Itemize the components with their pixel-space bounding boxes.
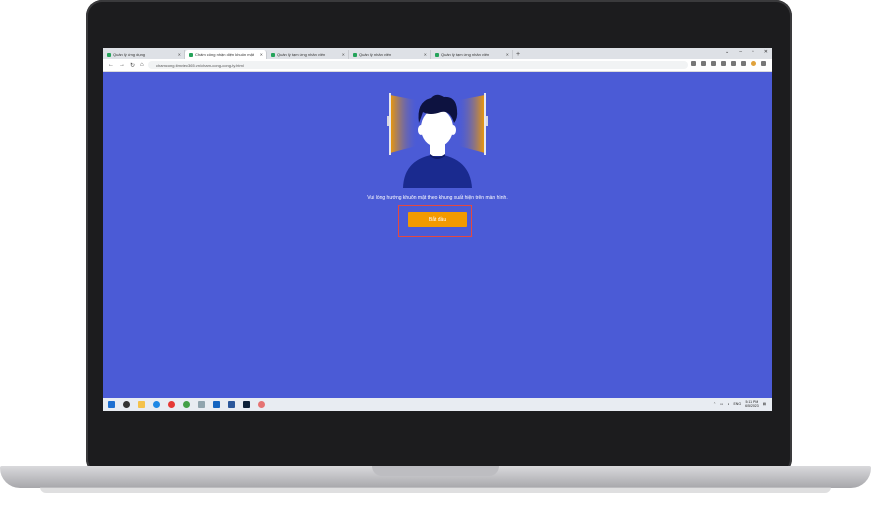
search-icon[interactable] <box>123 401 130 408</box>
file-explorer-icon[interactable] <box>138 401 145 408</box>
start-button[interactable]: Bắt đầu <box>408 212 467 227</box>
browser-tab[interactable]: Quản lý tạm ứng nhân viên ✕ <box>431 50 513 59</box>
url-text: chamcong.timviec365.vn/cham-cong-cong-ty… <box>156 62 244 68</box>
menu-icon[interactable] <box>761 61 766 66</box>
word-icon[interactable] <box>228 401 235 408</box>
app2-icon[interactable] <box>258 401 265 408</box>
browser-tab[interactable]: Quản lý ứng dụng ✕ <box>103 50 185 59</box>
favicon-icon <box>353 52 357 57</box>
new-tab-icon[interactable]: + <box>516 50 520 59</box>
browser-tab-bar: Quản lý ứng dụng ✕ Chấm công nhận diện kh… <box>103 48 772 59</box>
tab-label: Quản lý tạm ứng nhân viên <box>441 52 490 57</box>
profile-avatar[interactable] <box>751 61 756 66</box>
language-indicator[interactable]: ENG <box>733 402 741 406</box>
zoom-icon[interactable] <box>701 61 706 66</box>
forward-icon[interactable]: → <box>119 62 125 68</box>
notification-icon[interactable]: ▤ <box>763 402 766 406</box>
sidepanel-icon[interactable] <box>741 61 746 66</box>
minimize-icon[interactable]: – <box>739 49 742 55</box>
clock[interactable]: 5:11 PM 6/5/2023 <box>745 400 759 408</box>
clock-date: 6/5/2023 <box>745 404 759 408</box>
close-tab-icon[interactable]: ✕ <box>260 52 263 57</box>
tab-label: Chấm công nhận diện khuôn mặt <box>195 52 254 57</box>
maximize-icon[interactable]: ▫ <box>752 49 754 55</box>
face-scan-illustration <box>387 93 488 188</box>
browser-tab[interactable]: Quản lý nhân viên ✕ <box>349 50 431 59</box>
close-tab-icon[interactable]: ✕ <box>424 52 427 57</box>
browser-tab[interactable]: Quản lý tạm ứng nhân viên ✕ <box>267 50 349 59</box>
google-icon[interactable] <box>691 61 696 66</box>
volume-icon[interactable]: ◖ <box>727 402 729 406</box>
windows-taskbar: ⌃ ▭ ◖ ENG 5:11 PM 6/5/2023 ▤ <box>103 398 772 411</box>
windows-start-icon[interactable] <box>108 401 115 408</box>
toolbar-icons <box>691 61 766 66</box>
address-bar[interactable]: chamcong.timviec365.vn/cham-cong-cong-ty… <box>148 61 688 69</box>
photoshop-icon[interactable] <box>243 401 250 408</box>
chrome-icon[interactable] <box>168 401 175 408</box>
tab-label: Quản lý nhân viên <box>359 52 392 57</box>
extensions-icon[interactable] <box>731 61 736 66</box>
system-tray: ⌃ ▭ ◖ ENG 5:11 PM 6/5/2023 ▤ <box>713 400 766 408</box>
favicon-icon <box>107 52 111 57</box>
tab-label: Quản lý ứng dụng <box>113 52 146 57</box>
screen: Quản lý ứng dụng ✕ Chấm công nhận diện kh… <box>103 48 772 411</box>
network-icon[interactable]: ▭ <box>720 402 723 406</box>
share-icon[interactable] <box>711 61 716 66</box>
browser-tab-active[interactable]: Chấm công nhận diện khuôn mặt ✕ <box>185 50 267 59</box>
mail-icon[interactable] <box>213 401 220 408</box>
edge-icon[interactable] <box>153 401 160 408</box>
app-icon[interactable] <box>198 401 205 408</box>
instruction-text: Vui lòng hướng khuôn mặt theo khung xuất… <box>367 195 508 201</box>
back-icon[interactable]: ← <box>108 62 114 68</box>
favicon-icon <box>271 52 275 57</box>
window-controls: ⌄ – ▫ ✕ <box>725 49 768 55</box>
laptop-notch <box>372 466 499 476</box>
laptop-shadow <box>40 487 831 493</box>
reload-icon[interactable]: ↻ <box>130 62 135 69</box>
favicon-icon <box>189 52 193 57</box>
close-window-icon[interactable]: ✕ <box>764 49 768 55</box>
close-tab-icon[interactable]: ✕ <box>506 52 509 57</box>
chevron-up-icon[interactable]: ⌃ <box>713 402 716 406</box>
chrome-profile-icon[interactable] <box>183 401 190 408</box>
tab-search-icon[interactable]: ⌄ <box>725 49 729 55</box>
star-icon[interactable] <box>721 61 726 66</box>
tab-label: Quản lý tạm ứng nhân viên <box>277 52 326 57</box>
favicon-icon <box>435 52 439 57</box>
close-tab-icon[interactable]: ✕ <box>178 52 181 57</box>
close-tab-icon[interactable]: ✕ <box>342 52 345 57</box>
browser-toolbar: ← → ↻ ⌂ chamcong.timviec365.vn/cham-cong… <box>103 59 772 72</box>
home-icon[interactable]: ⌂ <box>140 62 144 68</box>
